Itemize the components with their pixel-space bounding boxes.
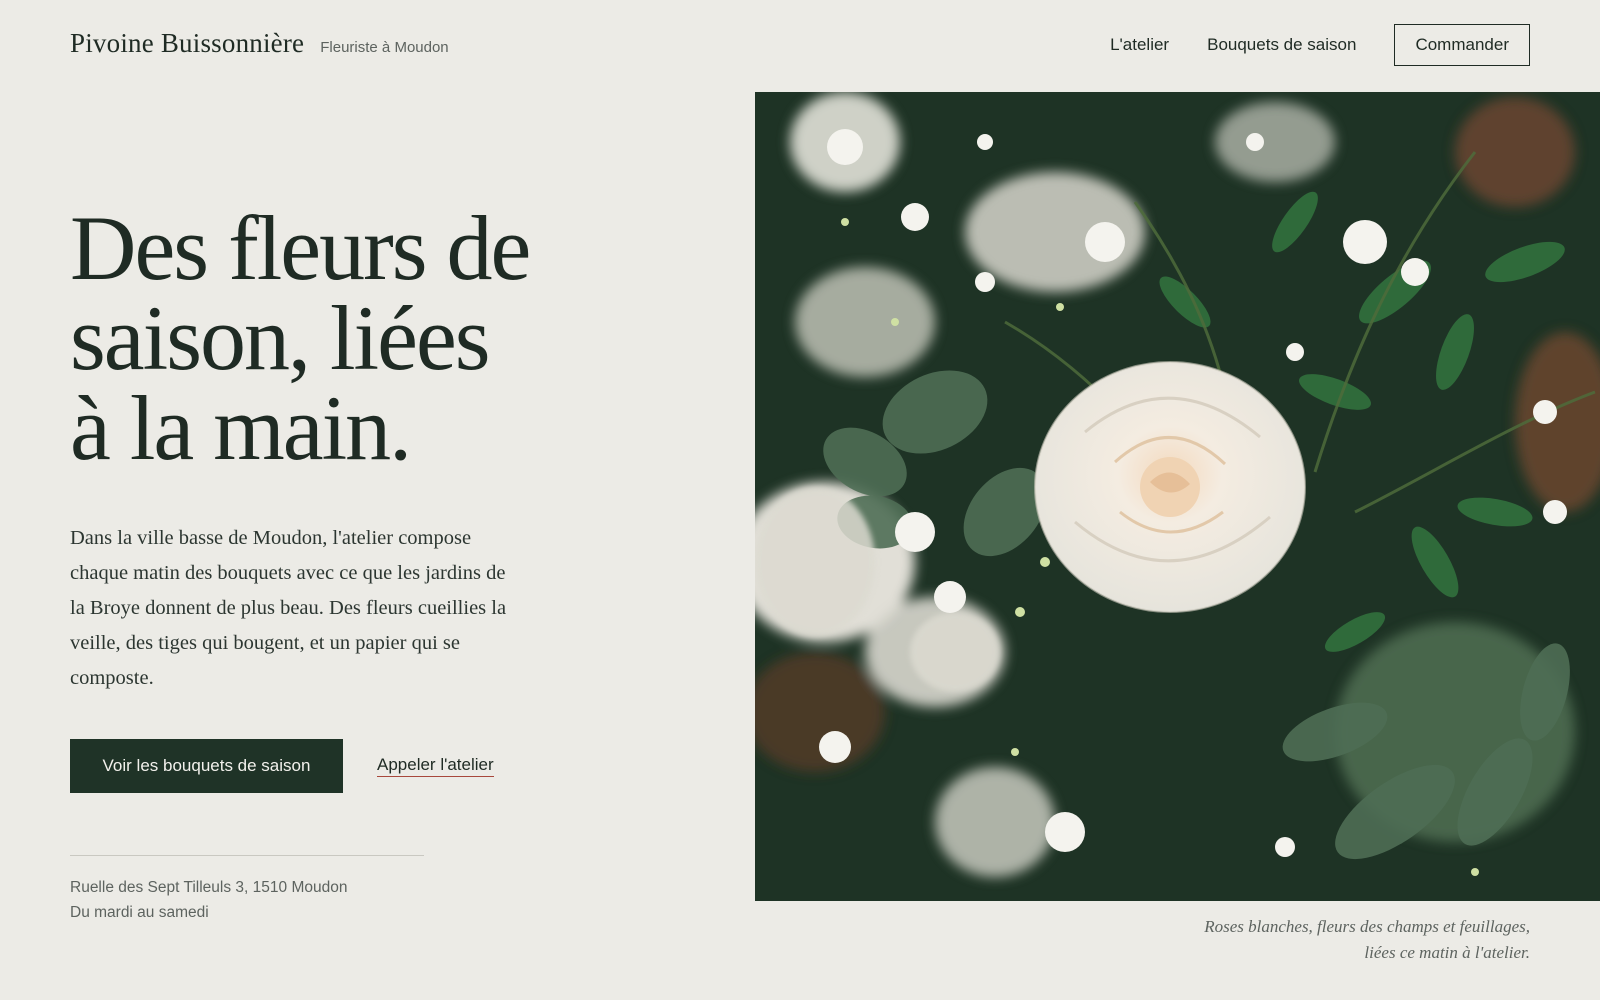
- see-bouquets-button[interactable]: Voir les bouquets de saison: [70, 739, 343, 793]
- hero-title: Des fleurs de saison, liées à la main.: [70, 197, 630, 479]
- hero-title-line: Des fleurs de: [70, 197, 531, 299]
- order-button[interactable]: Commander: [1394, 24, 1530, 66]
- bouquet-illustration: [755, 92, 1600, 901]
- main-nav: L'atelier Bouquets de saison Commander: [1110, 24, 1530, 66]
- photo-caption: Roses blanches, fleurs des champs et feu…: [1110, 914, 1530, 966]
- brand[interactable]: Pivoine Buissonnière Fleuriste à Moudon: [70, 28, 449, 59]
- address-text: Ruelle des Sept Tilleuls 3, 1510 Moudon: [70, 879, 348, 896]
- hero-title-line: saison, liées: [70, 287, 491, 389]
- opening-days-text: Du mardi au samedi: [70, 904, 209, 921]
- brand-tagline: Fleuriste à Moudon: [320, 39, 449, 56]
- contact-info: Ruelle des Sept Tilleuls 3, 1510 Moudon …: [70, 875, 347, 925]
- call-atelier-link[interactable]: Appeler l'atelier: [377, 755, 494, 777]
- caption-line: liées ce matin à l'atelier.: [1364, 943, 1530, 962]
- white-rose: [1034, 361, 1306, 613]
- hero-paragraph: Dans la ville basse de Moudon, l'atelier…: [70, 527, 507, 689]
- site-header: Pivoine Buissonnière Fleuriste à Moudon …: [70, 24, 1530, 68]
- caption-line: Roses blanches, fleurs des champs et feu…: [1204, 917, 1530, 936]
- brand-name[interactable]: Pivoine Buissonnière: [70, 28, 304, 59]
- divider: [70, 855, 424, 856]
- hero-title-line: à la main.: [70, 377, 412, 479]
- nav-link-atelier[interactable]: L'atelier: [1110, 35, 1169, 55]
- nav-link-bouquets[interactable]: Bouquets de saison: [1207, 35, 1356, 55]
- bouquet-photo: [755, 92, 1600, 901]
